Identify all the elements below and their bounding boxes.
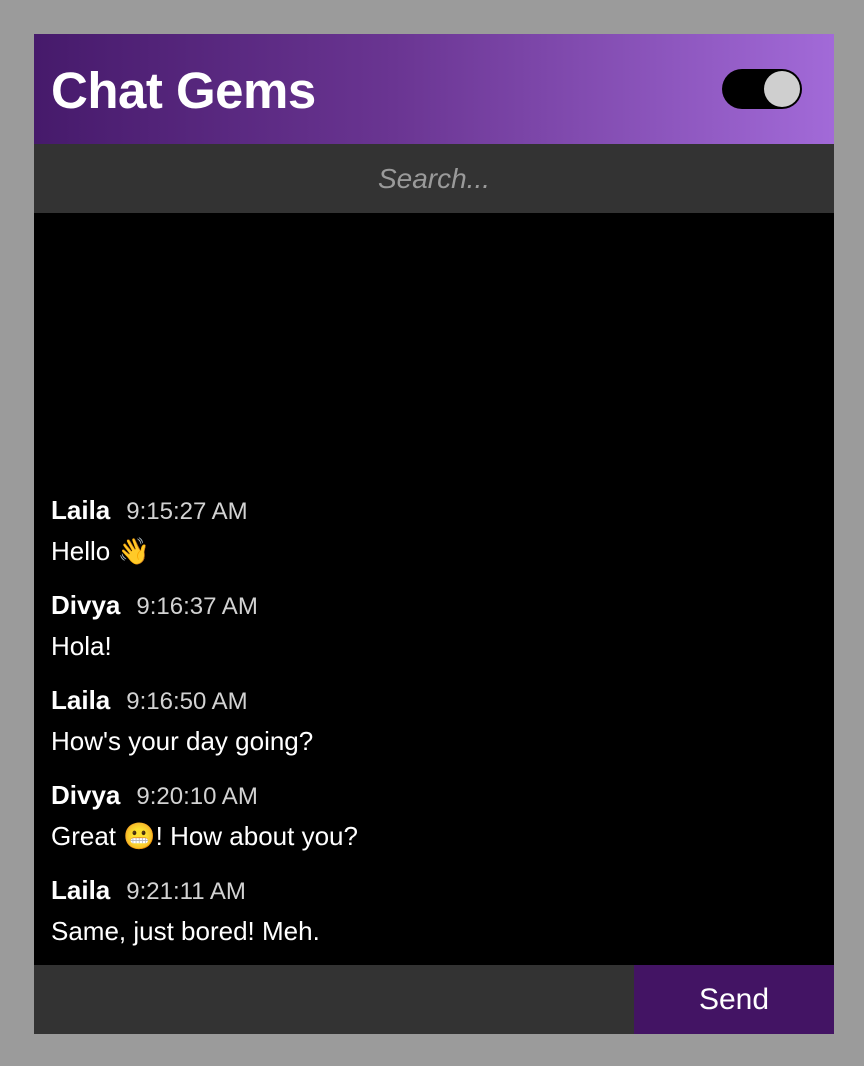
message-item: Divya 9:16:37 AM Hola! [51,590,817,662]
app-title: Chat Gems [51,61,316,119]
message-author: Laila [51,875,111,905]
message-author: Laila [51,495,111,525]
message-text: Hello 👋 [51,536,150,566]
message-item: Laila 9:16:50 AM How's your day going? [51,685,817,757]
chat-app: Chat Gems Laila 9:15:27 AM Hello 👋 Divya… [34,34,834,1034]
message-list: Laila 9:15:27 AM Hello 👋 Divya 9:16:37 A… [34,213,834,965]
message-author: Divya [51,590,121,620]
message-text: How's your day going? [51,726,314,756]
message-meta: Divya 9:16:37 AM [51,590,817,621]
message-meta: Divya 9:20:10 AM [51,780,817,811]
message-meta: Laila 9:16:50 AM [51,685,817,716]
search-input[interactable] [34,143,834,214]
message-text: Great 😬! How about you? [51,821,358,851]
app-header: Chat Gems [34,34,834,144]
message-input[interactable] [34,965,634,1034]
message-text: Hola! [51,631,112,661]
message-item: Laila 9:21:11 AM Same, just bored! Meh. [51,875,817,947]
message-timestamp: 9:21:11 AM [126,878,246,905]
message-meta: Laila 9:21:11 AM [51,875,817,906]
message-text: Same, just bored! Meh. [51,916,320,946]
search-bar [34,143,834,214]
message-composer: Send [34,965,834,1034]
message-timestamp: 9:16:50 AM [126,688,248,715]
theme-toggle[interactable] [722,69,802,109]
message-timestamp: 9:15:27 AM [126,498,248,525]
message-author: Divya [51,780,121,810]
send-button[interactable]: Send [634,965,834,1034]
message-timestamp: 9:20:10 AM [136,783,258,810]
message-meta: Laila 9:15:27 AM [51,495,817,526]
toggle-knob [764,71,800,107]
message-timestamp: 9:16:37 AM [136,593,258,620]
message-author: Laila [51,685,111,715]
message-item: Divya 9:20:10 AM Great 😬! How about you? [51,780,817,852]
message-item: Laila 9:15:27 AM Hello 👋 [51,495,817,567]
